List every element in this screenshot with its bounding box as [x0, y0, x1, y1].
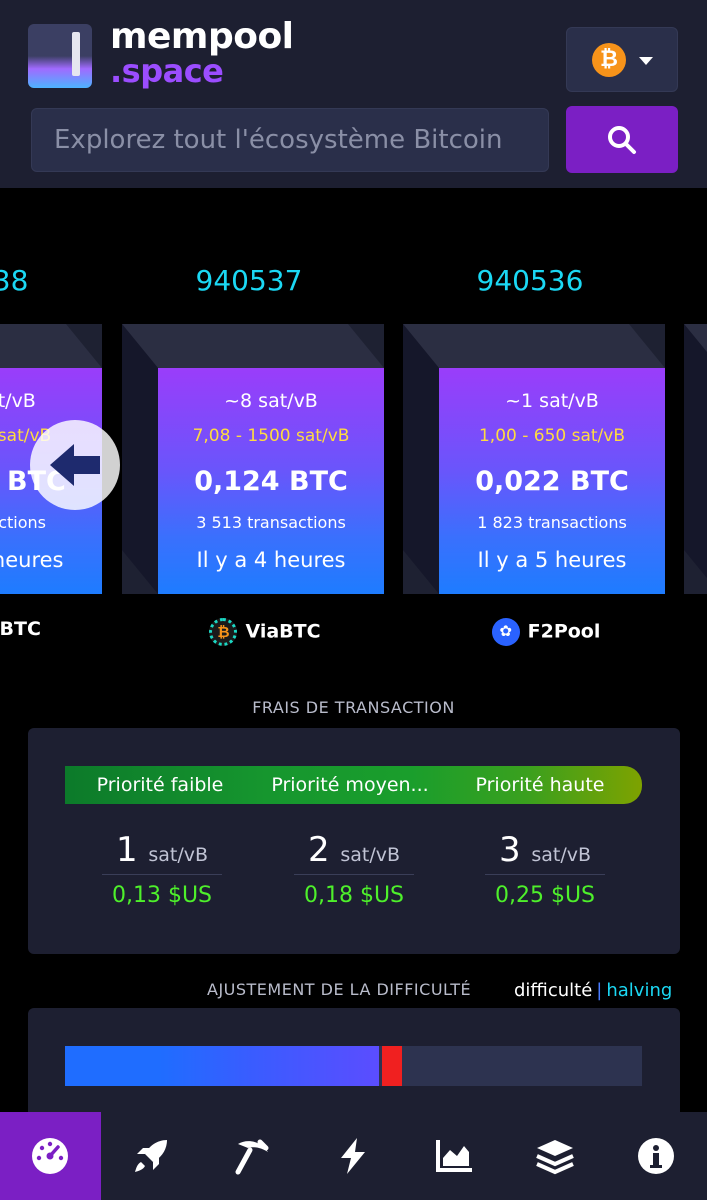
fees-title: FRAIS DE TRANSACTION [252, 698, 455, 717]
block-median-fee: ~1 sat/vB [0, 390, 36, 412]
brand-sub: .space [110, 52, 224, 90]
search-button[interactable] [566, 106, 678, 173]
lightning-icon [341, 1138, 365, 1174]
difficulty-card [28, 1008, 680, 1128]
info-icon [638, 1138, 674, 1174]
block-card[interactable] [684, 200, 707, 660]
fee-usd: 0,18 $US [303, 883, 405, 908]
block-height[interactable]: 940537 [114, 264, 384, 297]
block-height[interactable]: 940536 [395, 264, 665, 297]
difficulty-title: AJUSTEMENT DE LA DIFFICULTÉ [207, 980, 472, 999]
block-tx-count: 3 513 transactions [196, 513, 346, 532]
viabtc-icon: ₿ [209, 618, 238, 646]
nav-mining[interactable] [202, 1112, 303, 1200]
pool-name: F2Pool [527, 620, 601, 643]
f2pool-icon: ✿ [491, 618, 520, 646]
caret-down-icon [639, 57, 653, 65]
priority-medium-label: Priorité moyen... [271, 774, 429, 796]
block-tx-count: 1 823 transactions [477, 513, 627, 532]
scroll-back-button[interactable] [30, 420, 120, 510]
fee-rate: 2 [307, 830, 330, 870]
fees-card: Priorité faible Priorité moyen... Priori… [28, 728, 680, 954]
nav-about[interactable] [606, 1112, 707, 1200]
fee-usd: 0,25 $US [494, 883, 596, 908]
nav-accelerator[interactable] [101, 1112, 202, 1200]
block-age: Il y a 4 heures [196, 548, 346, 572]
brand-main: mempool [110, 16, 294, 57]
search-icon [608, 126, 636, 154]
arrow-left-icon [50, 444, 100, 486]
block-front[interactable]: ~8 sat/vB 7,08 - 1500 sat/vB 0,124 BTC 3… [158, 368, 384, 594]
layers-icon [536, 1140, 574, 1175]
rocket-icon [135, 1140, 167, 1172]
block-age: Il y a 5 heures [477, 548, 627, 572]
pickaxe-icon [235, 1139, 269, 1175]
search-input[interactable] [31, 108, 549, 172]
pool-name: ViaBTC [245, 620, 321, 643]
pool-name: AntPool BTC [0, 618, 41, 640]
block-median-fee: ~8 sat/vB [224, 390, 318, 412]
priority-high-label: Priorité haute [475, 774, 605, 796]
block-pool[interactable]: AntPool BTC [0, 618, 110, 640]
nav-graphs[interactable] [404, 1112, 505, 1200]
chart-icon [436, 1140, 472, 1172]
block-age: Il y a 3 heures [0, 548, 64, 572]
block-pool[interactable]: ✿ F2Pool [411, 618, 681, 646]
block-fee-range: 1,00 - 650 sat/vB [478, 426, 626, 446]
block-card[interactable]: 940536 ~1 sat/vB 1,00 - 650 sat/vB 0,022… [403, 200, 673, 660]
fee-usd: 0,13 $US [111, 883, 213, 908]
block-total-fees: 0,022 BTC [475, 466, 629, 497]
fee-high: 3 sat/vB 0,25 $US [455, 830, 635, 908]
tab-difficulty[interactable]: difficulté [514, 980, 592, 1001]
difficulty-current-marker [382, 1046, 402, 1086]
tab-separator: | [596, 980, 603, 1001]
fee-unit: sat/vB [148, 844, 209, 866]
block-median-fee: ~1 sat/vB [505, 390, 599, 412]
fee-low: 1 sat/vB 0,13 $US [72, 830, 252, 908]
priority-bar: Priorité faible Priorité moyen... Priori… [65, 766, 642, 804]
block-fee-range: 7,08 - 1500 sat/vB [192, 426, 350, 446]
block-total-fees: 0,124 BTC [194, 466, 348, 497]
fee-medium: 2 sat/vB 0,18 $US [264, 830, 444, 908]
bottom-nav [0, 1112, 707, 1200]
header: mempool .space ₿ [0, 0, 707, 188]
bitcoin-icon: ₿ [592, 43, 626, 77]
block-card[interactable]: 940537 ~8 sat/vB 7,08 - 1500 sat/vB 0,12… [122, 200, 392, 660]
difficulty-progress-bar [65, 1046, 642, 1086]
fee-unit: sat/vB [531, 844, 592, 866]
fee-rate: 3 [498, 830, 521, 870]
nav-dashboard[interactable] [0, 1112, 101, 1200]
block-height[interactable]: 940538 [0, 264, 110, 297]
fee-unit: sat/vB [340, 844, 401, 866]
logo-icon [28, 24, 92, 88]
difficulty-tabs: difficulté | halving [514, 980, 672, 1001]
priority-low-label: Priorité faible [96, 774, 224, 796]
block-front[interactable]: ~1 sat/vB 1,00 - 650 sat/vB 0,022 BTC 1 … [439, 368, 665, 594]
nav-docs[interactable] [505, 1112, 606, 1200]
block-pool[interactable]: ₿ ViaBTC [130, 618, 400, 646]
brand[interactable]: mempool .space [110, 16, 294, 90]
dashboard-icon [32, 1138, 68, 1174]
tab-halving[interactable]: halving [606, 980, 672, 1001]
block-tx-count: 3 transactions [0, 513, 46, 532]
difficulty-progress-fill [65, 1046, 379, 1086]
nav-lightning[interactable] [303, 1112, 404, 1200]
fee-rate: 1 [115, 830, 138, 870]
blockchain-blocks: 940538 ~1 sat/vB 1,00 - 3 sat/vB 0,032 B… [0, 200, 707, 660]
network-selector-button[interactable]: ₿ [566, 27, 678, 92]
mempool-logo[interactable] [28, 24, 92, 88]
